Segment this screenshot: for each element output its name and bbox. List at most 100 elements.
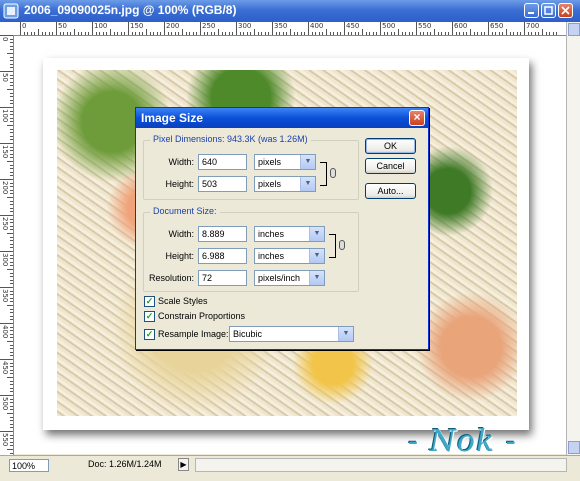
ruler-label: 350: [1, 289, 9, 303]
ruler-tick: [10, 78, 13, 80]
ruler-tick: [538, 32, 540, 35]
horizontal-scrollbar[interactable]: [195, 458, 567, 472]
ruler-tick: [10, 225, 13, 227]
ruler-tick: [462, 32, 464, 35]
ruler-tick: [164, 22, 165, 35]
status-menu-arrow[interactable]: ▶: [178, 458, 189, 471]
vertical-ruler[interactable]: 0 50 100 150 200 250 300 350 400 450 500 550: [0, 35, 14, 455]
dialog-title-bar[interactable]: Image Size ×: [136, 108, 428, 128]
doc-height-unit-select[interactable]: inches ▼: [254, 248, 325, 264]
ruler-tick: [10, 369, 13, 371]
ruler-tick: [437, 32, 439, 35]
ruler-label: 100: [94, 22, 108, 30]
ruler-label: 300: [238, 22, 252, 30]
ruler-tick: [131, 32, 133, 35]
ruler-tick: [10, 391, 13, 393]
ruler-tick: [542, 29, 543, 35]
ruler-tick: [10, 132, 13, 134]
ruler-tick: [77, 32, 79, 35]
cancel-button[interactable]: Cancel: [365, 158, 416, 174]
ruler-label: 550: [1, 433, 9, 447]
ruler-tick: [416, 22, 417, 35]
auto-button[interactable]: Auto...: [365, 183, 416, 199]
ruler-tick: [0, 35, 13, 36]
ruler-tick: [10, 236, 13, 238]
ruler-tick: [264, 32, 266, 35]
ruler-tick: [286, 32, 288, 35]
close-button[interactable]: [558, 3, 573, 18]
ruler-label: 350: [274, 22, 288, 30]
ruler-tick: [387, 32, 389, 35]
ruler-tick: [10, 150, 13, 152]
ruler-tick: [10, 60, 13, 62]
ruler-tick: [10, 276, 13, 278]
ruler-tick: [10, 92, 13, 94]
ruler-tick: [66, 32, 68, 35]
ruler-tick: [7, 197, 13, 198]
photoshop-icon: [3, 3, 19, 19]
ruler-tick: [0, 107, 13, 108]
ruler-tick: [513, 32, 515, 35]
ruler-tick: [10, 56, 13, 58]
resample-image-checkbox[interactable]: ✓: [144, 329, 155, 340]
ruler-tick: [477, 32, 479, 35]
ruler-tick: [0, 395, 13, 396]
chevron-down-icon: ▼: [300, 155, 315, 169]
ruler-corner[interactable]: [0, 22, 15, 36]
ruler-tick: [300, 32, 302, 35]
pixel-width-field[interactable]: 640: [198, 154, 247, 170]
ruler-tick: [441, 32, 443, 35]
doc-width-field[interactable]: 8.889: [198, 226, 247, 242]
ruler-tick: [0, 71, 13, 72]
ruler-tick: [34, 32, 36, 35]
doc-height-field[interactable]: 6.988: [198, 248, 247, 264]
scale-styles-checkbox[interactable]: ✓: [144, 296, 155, 307]
ruler-tick: [272, 22, 273, 35]
ruler-tick: [351, 32, 353, 35]
ruler-tick: [52, 32, 54, 35]
vertical-scrollbar[interactable]: [566, 22, 580, 455]
ruler-tick: [10, 380, 13, 382]
ruler-tick: [498, 32, 500, 35]
resolution-field[interactable]: 72: [198, 270, 247, 286]
ruler-tick: [10, 85, 13, 87]
ruler-label: 150: [1, 145, 9, 159]
horizontal-ruler[interactable]: 0 50 100 150 200 250 300 350 400 450 500 550 600 650 7…: [14, 22, 566, 36]
document-title-bar[interactable]: 2006_09090025n.jpg @ 100% (RGB/8): [0, 0, 580, 23]
ruler-tick: [41, 32, 43, 35]
ruler-tick: [10, 405, 13, 407]
ruler-label: 200: [166, 22, 180, 30]
ruler-tick: [7, 233, 13, 234]
ruler-tick: [59, 32, 61, 35]
scroll-down-arrow[interactable]: [568, 441, 580, 454]
zoom-level-field[interactable]: 100%: [9, 459, 49, 472]
pixel-height-unit-select[interactable]: pixels ▼: [254, 176, 316, 192]
constrain-proportions-checkbox[interactable]: ✓: [144, 311, 155, 322]
minimize-button[interactable]: [524, 3, 539, 18]
doc-width-unit-select[interactable]: inches ▼: [254, 226, 325, 242]
ruler-label: 400: [310, 22, 324, 30]
ruler-tick: [7, 377, 13, 378]
ruler-tick: [128, 22, 129, 35]
pixel-width-unit-select[interactable]: pixels ▼: [254, 154, 316, 170]
ruler-tick: [10, 42, 13, 44]
maximize-button[interactable]: [541, 3, 556, 18]
ruler-tick: [10, 182, 13, 184]
ruler-tick: [207, 32, 209, 35]
ok-button[interactable]: OK: [365, 138, 416, 154]
ruler-tick: [336, 32, 338, 35]
resample-method-select[interactable]: Bicubic ▼: [229, 326, 354, 342]
ruler-tick: [10, 175, 13, 177]
ruler-tick: [203, 32, 205, 35]
doc-width-label: Width:: [168, 229, 194, 239]
scroll-up-arrow[interactable]: [568, 23, 580, 36]
dialog-close-button[interactable]: ×: [409, 110, 425, 126]
ruler-tick: [390, 32, 392, 35]
ruler-tick: [326, 29, 327, 35]
doc-constrain-bracket: [329, 234, 336, 258]
resolution-unit-select[interactable]: pixels/inch ▼: [254, 270, 325, 286]
ruler-tick: [282, 32, 284, 35]
ruler-tick: [10, 193, 13, 195]
ruler-tick: [74, 29, 75, 35]
pixel-height-field[interactable]: 503: [198, 176, 247, 192]
